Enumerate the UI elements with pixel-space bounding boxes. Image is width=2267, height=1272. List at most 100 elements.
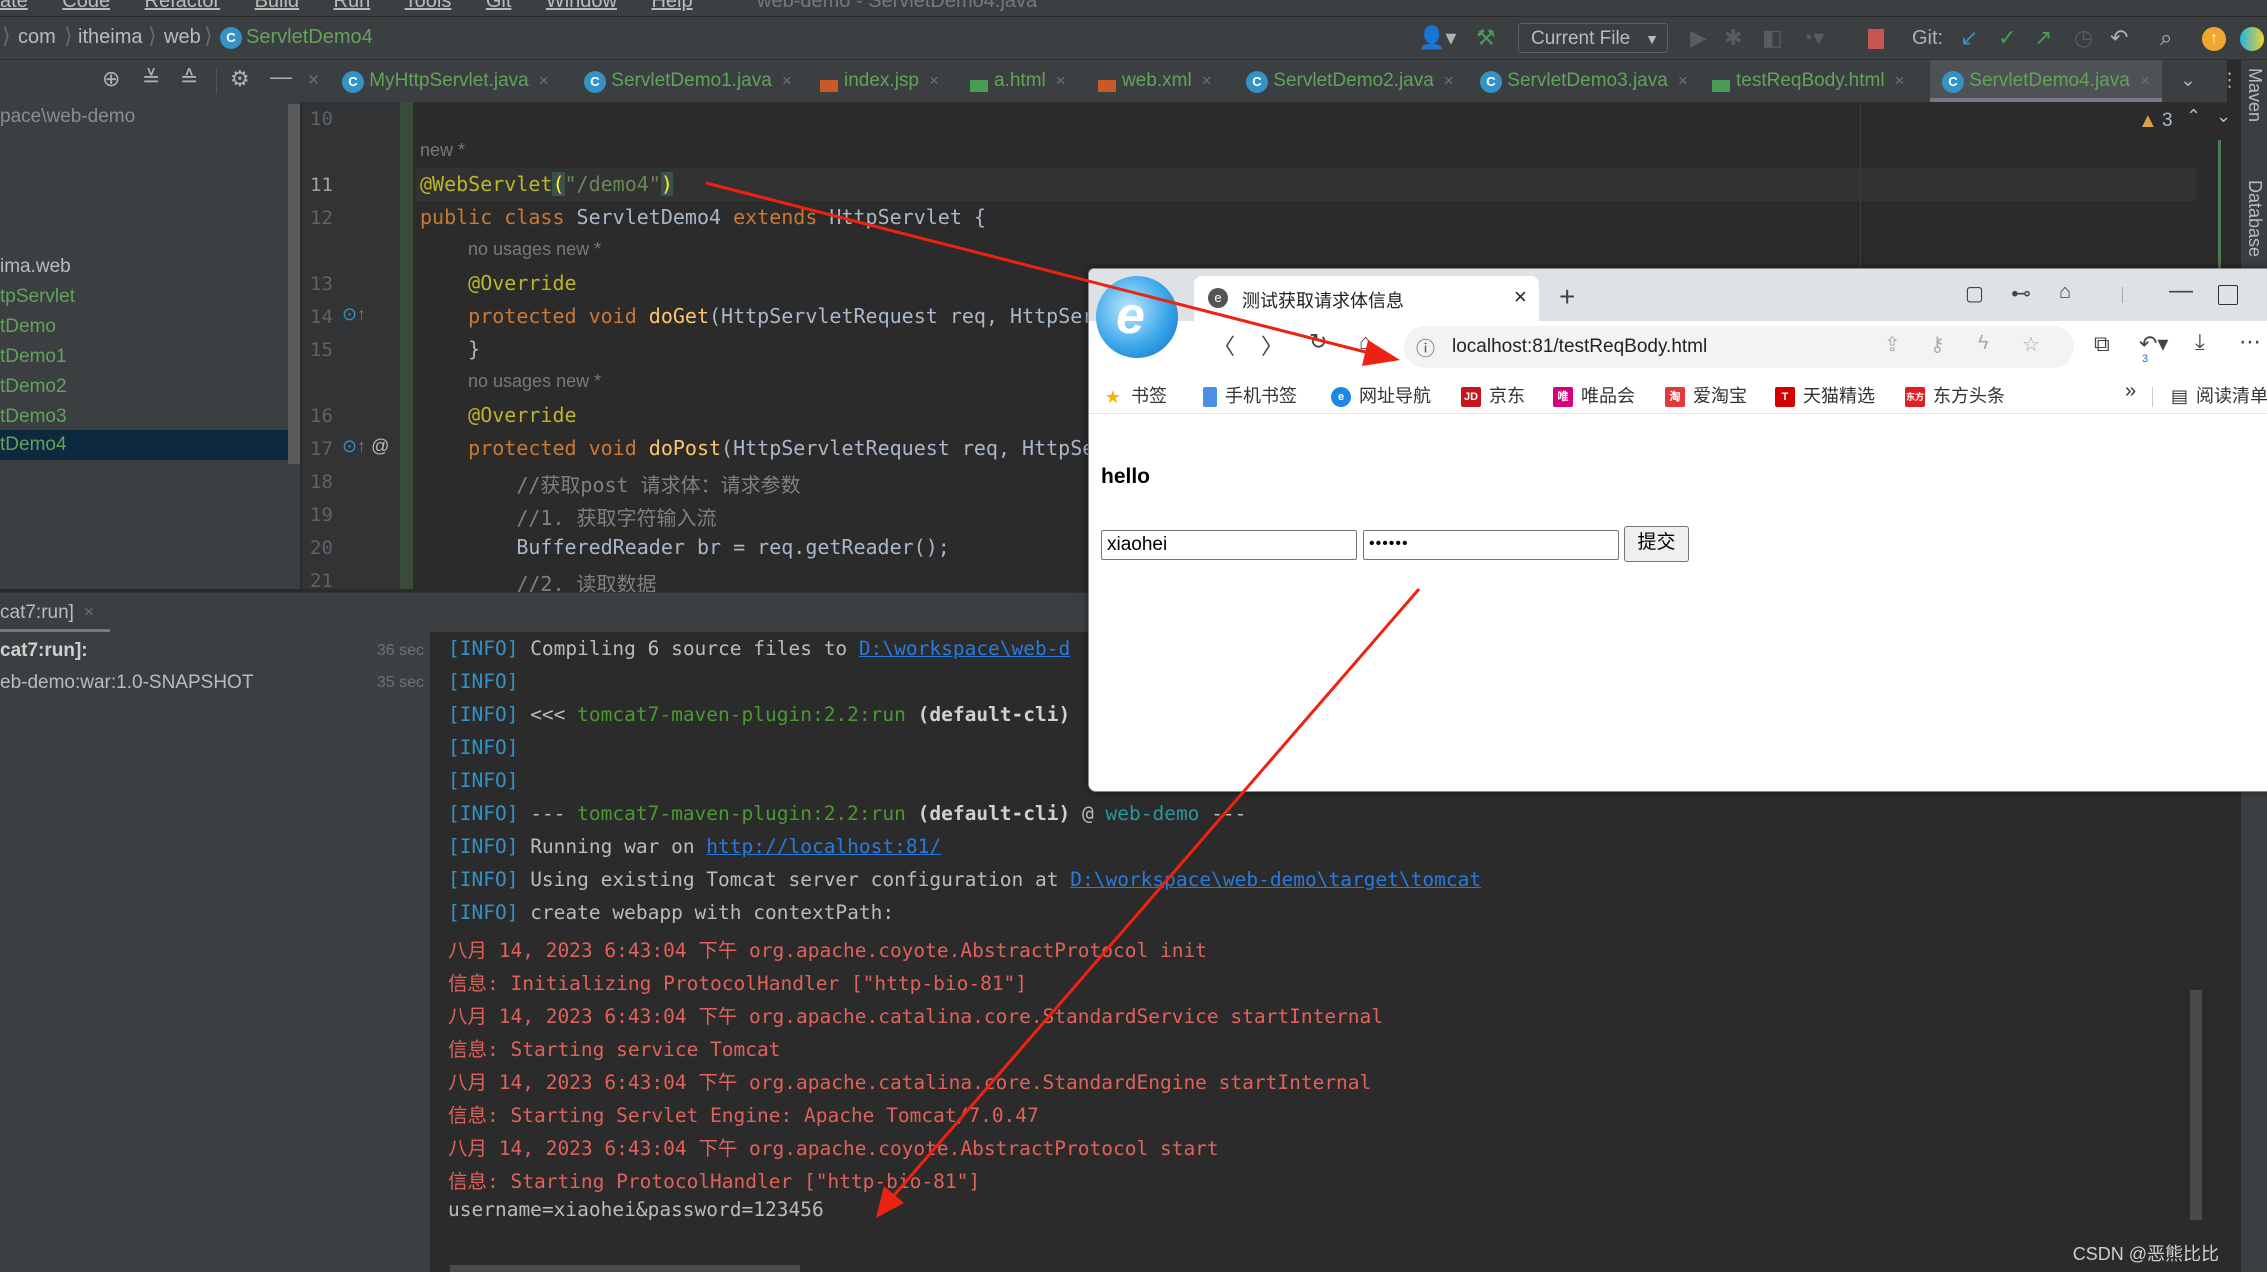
project-scrollbar[interactable]: [288, 104, 300, 464]
breadcrumb-servletdemo4[interactable]: ServletDemo4: [246, 26, 373, 49]
share-icon[interactable]: ⇪: [1884, 332, 1901, 357]
bookmark-item[interactable]: JD 京东: [1461, 382, 1525, 408]
tree-package[interactable]: ima.web: [0, 256, 71, 278]
tree-item[interactable]: tpServlet: [0, 286, 75, 308]
code-vision-hint[interactable]: new *: [420, 140, 465, 161]
tree-item[interactable]: tDemo2: [0, 376, 67, 398]
search-icon[interactable]: ⌕: [2160, 25, 2172, 51]
url-text[interactable]: localhost:81/testReqBody.html: [1452, 336, 1707, 358]
close-icon[interactable]: ×: [929, 71, 939, 90]
maximize-icon[interactable]: [2218, 285, 2238, 305]
breadcrumb-web[interactable]: web: [164, 26, 201, 49]
menu-icon[interactable]: ⋯: [2239, 329, 2261, 355]
tree-item-selected[interactable]: tDemo4: [0, 430, 300, 460]
build-hammer-icon[interactable]: ⚒: [1476, 25, 1496, 51]
close-icon[interactable]: ×: [782, 71, 792, 90]
update-icon[interactable]: ↑: [2202, 27, 2226, 51]
minimize-icon[interactable]: —: [2169, 277, 2193, 305]
incognito-icon[interactable]: ⊷: [2011, 281, 2031, 306]
console-link[interactable]: D:\workspace\web-demo\target\tomcat: [1070, 868, 1481, 891]
menu-item-tools[interactable]: Tools: [405, 0, 452, 12]
bookmark-item[interactable]: ★ 书签: [1103, 382, 1167, 408]
menu-item-build[interactable]: Build: [255, 0, 299, 12]
close-tab-icon[interactable]: ×: [1514, 284, 1527, 310]
tab-index-jsp[interactable]: index.jsp ×: [820, 60, 939, 102]
override-method-icon[interactable]: ⊙↑ @: [342, 436, 389, 457]
gear-icon[interactable]: ⚙: [230, 66, 250, 92]
back-icon[interactable]: 〈: [1213, 329, 1235, 361]
tab-web-xml[interactable]: web.xml ×: [1098, 60, 1212, 102]
new-tab-icon[interactable]: +: [1559, 281, 1575, 313]
menu-item-run[interactable]: Run: [334, 0, 371, 12]
username-input[interactable]: xiaohei: [1101, 530, 1357, 560]
locate-icon[interactable]: ⊕: [102, 66, 120, 92]
warning-icon[interactable]: ▲: [2138, 110, 2158, 133]
collapse-all-icon[interactable]: ≙: [180, 66, 198, 92]
database-tool-button[interactable]: Database: [2244, 180, 2265, 257]
close-icon[interactable]: ×: [2140, 71, 2150, 90]
bookmark-item[interactable]: e 网址导航: [1331, 382, 1431, 408]
bookmark-item[interactable]: T 天猫精选: [1775, 382, 1875, 408]
account-icon[interactable]: 👤▾: [1418, 25, 1456, 51]
skin-icon[interactable]: ⌂: [2059, 281, 2071, 304]
close-icon[interactable]: ×: [1056, 71, 1066, 90]
console-link[interactable]: D:\workspace\web-d: [859, 637, 1070, 660]
site-info-icon[interactable]: ⓘ: [1416, 334, 1435, 361]
console-link[interactable]: http://localhost:81/: [706, 835, 941, 858]
run-tree-item[interactable]: cat7:run]: 36 sec: [0, 638, 430, 668]
tab-servletdemo1[interactable]: C ServletDemo1.java ×: [584, 60, 792, 102]
tab-testreqbody-html[interactable]: testReqBody.html ×: [1712, 60, 1905, 102]
menu-item-refactor[interactable]: Refactor: [145, 0, 221, 12]
tab-a-html[interactable]: a.html ×: [970, 60, 1066, 102]
address-bar[interactable]: ⓘ localhost:81/testReqBody.html ⇪ ⚷ ϟ ☆: [1404, 326, 2074, 368]
star-icon[interactable]: ☆: [2022, 332, 2040, 357]
extensions-icon[interactable]: ⧉: [2094, 331, 2110, 357]
lightning-icon[interactable]: ϟ: [1978, 332, 1989, 355]
tab-servletdemo3[interactable]: C ServletDemo3.java ×: [1480, 60, 1688, 102]
close-icon[interactable]: ×: [539, 71, 549, 90]
menu-item-window[interactable]: Window: [546, 0, 617, 12]
code-vision-hint[interactable]: no usages new *: [468, 371, 601, 392]
menu-item[interactable]: ate: [0, 0, 28, 12]
override-method-icon[interactable]: ⊙↑: [342, 304, 366, 325]
submit-button[interactable]: 提交: [1624, 526, 1689, 562]
menu-item-git[interactable]: Git: [486, 0, 512, 12]
run-icon[interactable]: ▶: [1690, 25, 1707, 51]
bookmark-item[interactable]: 唯唯品会: [1553, 382, 1635, 408]
bookmark-item[interactable]: 淘爱淘宝: [1665, 382, 1747, 408]
tree-item[interactable]: tDemo1: [0, 346, 67, 368]
close-icon[interactable]: ×: [1895, 71, 1905, 90]
key-icon[interactable]: ⚷: [1930, 332, 1945, 357]
close-icon[interactable]: ×: [1444, 71, 1454, 90]
tree-item[interactable]: tDemo3: [0, 406, 67, 428]
tree-root-path[interactable]: pace\web-demo: [0, 106, 135, 128]
reload-icon[interactable]: ↻: [1309, 329, 1327, 355]
bookmark-item[interactable]: 手机书签: [1203, 382, 1297, 408]
git-commit-icon[interactable]: ✓: [1998, 25, 2016, 51]
close-icon[interactable]: ×: [1678, 71, 1688, 90]
run-configuration-dropdown[interactable]: Current File ▼: [1518, 23, 1668, 53]
tab-count-icon[interactable]: ▢: [1965, 281, 1984, 306]
password-input[interactable]: ••••••: [1363, 530, 1619, 560]
git-history-icon[interactable]: ◷: [2074, 25, 2093, 51]
debug-icon[interactable]: ✱: [1724, 25, 1742, 51]
warnings-count[interactable]: 3: [2162, 110, 2173, 132]
breadcrumb-com[interactable]: com: [18, 26, 56, 49]
menu-item-code[interactable]: Code: [62, 0, 110, 12]
tab-myhttpservlet[interactable]: C MyHttpServlet.java ×: [342, 60, 549, 102]
plugin-logo-icon[interactable]: [2240, 27, 2264, 51]
vertical-scrollbar[interactable]: [2190, 990, 2202, 1220]
download-icon[interactable]: ⤓: [2195, 329, 2205, 355]
browser-tab[interactable]: e 测试获取请求体信息 ×: [1194, 276, 1539, 322]
expand-all-icon[interactable]: ≚: [142, 66, 160, 92]
close-icon[interactable]: ×: [308, 60, 319, 102]
tab-servletdemo4-active[interactable]: C ServletDemo4.java ×: [1930, 60, 2162, 102]
bookmark-item[interactable]: 东方 东方头条: [1905, 382, 2005, 408]
run-tree-item[interactable]: eb-demo:war:1.0-SNAPSHOT 35 sec: [0, 670, 430, 700]
tree-item[interactable]: tDemo: [0, 316, 56, 338]
stop-icon[interactable]: [1868, 29, 1884, 49]
more-bookmarks-icon[interactable]: »: [2125, 380, 2136, 403]
rollback-icon[interactable]: ↶: [2110, 25, 2128, 51]
profile-icon[interactable]: ◔▾: [1800, 25, 1824, 51]
breadcrumb-itheima[interactable]: itheima: [78, 26, 142, 49]
